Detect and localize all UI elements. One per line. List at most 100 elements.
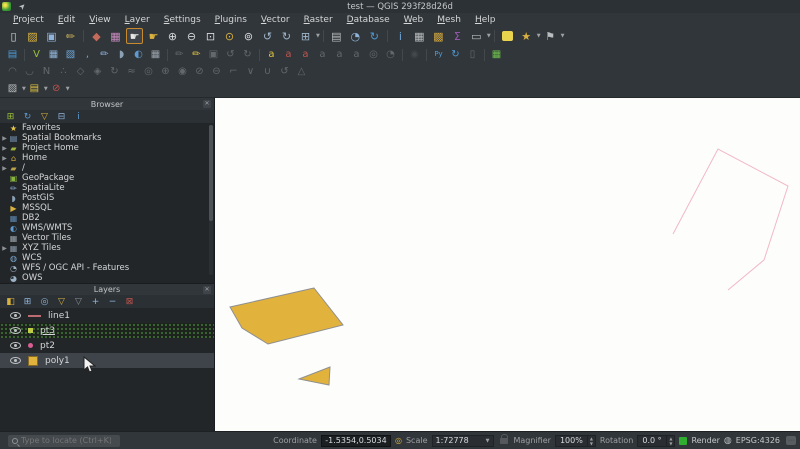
deselect-features-dropdown-icon[interactable]: ▼ <box>66 86 70 92</box>
add-wms-layer-button[interactable]: ◐ <box>131 48 146 62</box>
layer-row-pt2[interactable]: pt2 <box>0 338 214 353</box>
layer-labeling-button[interactable]: a <box>264 48 279 62</box>
search-plugin-button[interactable]: ◉ <box>407 48 422 62</box>
collapse-all-layers-button[interactable]: − <box>106 296 119 307</box>
filter-browser-button[interactable]: ▽ <box>38 111 51 122</box>
menu-layer[interactable]: Layer <box>118 15 157 25</box>
browser-item-spatial-bookmarks[interactable]: ▶ ▤ Spatial Bookmarks <box>0 133 214 143</box>
add-raster-layer-button[interactable]: ▦ <box>46 48 61 62</box>
browser-item-postgis[interactable]: ◗ PostGIS <box>0 193 214 203</box>
field-calculator-button[interactable]: ▩ <box>430 28 447 44</box>
open-layer-styling-button[interactable]: ◧ <box>4 296 17 307</box>
identify-features-button[interactable]: i <box>392 28 409 44</box>
add-spatialite-layer-button[interactable]: ✏ <box>97 48 112 62</box>
zoom-next-button[interactable]: ↻ <box>278 28 295 44</box>
menu-mesh[interactable]: Mesh <box>430 15 468 25</box>
menu-edit[interactable]: Edit <box>51 15 82 25</box>
layers-close-button[interactable]: ✕ <box>203 286 211 294</box>
menu-help[interactable]: Help <box>468 15 503 25</box>
browser-item-xyz-tiles[interactable]: ▶ ▦ XYZ Tiles <box>0 243 214 253</box>
add-postgis-layer-button[interactable]: ◗ <box>114 48 129 62</box>
zoom-out-button[interactable]: ⊖ <box>183 28 200 44</box>
magnifier-spinbox[interactable]: 100% ▲ ▼ <box>554 434 596 447</box>
save-project-button[interactable]: ▣ <box>43 28 60 44</box>
menu-web[interactable]: Web <box>397 15 431 25</box>
map-plugin-button[interactable]: ▦ <box>489 48 504 62</box>
zoom-last-button[interactable]: ↺ <box>259 28 276 44</box>
style-manager-button[interactable]: ▦ <box>107 28 124 44</box>
map-canvas[interactable] <box>215 98 800 431</box>
browser-scroll-thumb[interactable] <box>209 125 213 221</box>
expand-all-button[interactable]: + <box>89 296 102 307</box>
browser-item-project-home[interactable]: ▶ ▰ Project Home <box>0 143 214 153</box>
rotation-spinbox[interactable]: 0.0 ° ▲ ▼ <box>637 434 676 447</box>
add-selected-layers-button[interactable]: ⊞ <box>4 111 17 122</box>
menu-database[interactable]: Database <box>340 15 397 25</box>
locate-input[interactable] <box>21 436 111 445</box>
expand-arrow-icon[interactable]: ▶ <box>0 135 9 142</box>
add-delimited-text-layer-button[interactable]: , <box>80 48 95 62</box>
refresh-browser-button[interactable]: ↻ <box>21 111 34 122</box>
measure-line-dropdown-icon[interactable]: ▼ <box>487 33 491 39</box>
show-bookmark-manager-dropdown-icon[interactable]: ▼ <box>561 33 565 39</box>
select-features-button[interactable]: ▨ <box>5 82 20 96</box>
open-project-button[interactable]: ▨ <box>24 28 41 44</box>
pan-to-selection-button[interactable]: ☛ <box>145 28 162 44</box>
manage-map-themes-button[interactable]: ◎ <box>38 296 51 307</box>
layer-visibility-eye-icon[interactable] <box>10 327 21 334</box>
add-mesh-layer-button[interactable]: ▧ <box>63 48 78 62</box>
new-bookmark-button[interactable]: ★ <box>518 28 535 44</box>
browser-item-favorites[interactable]: ★ Favorites <box>0 123 214 133</box>
add-vector-layer-button[interactable]: V <box>29 48 44 62</box>
menu-view[interactable]: View <box>82 15 117 25</box>
remove-layer-button[interactable]: ⊠ <box>123 296 136 307</box>
scale-combo[interactable]: 1:72778 ▼ <box>431 434 494 447</box>
menu-plugins[interactable]: Plugins <box>208 15 254 25</box>
browser-item-geopackage[interactable]: ▣ GeoPackage <box>0 173 214 183</box>
browser-item-wcs[interactable]: ◍ WCS <box>0 253 214 263</box>
temporal-controller-button[interactable]: ◔ <box>347 28 364 44</box>
menu-raster[interactable]: Raster <box>297 15 340 25</box>
browser-item-home[interactable]: ▶ ⌂ Home <box>0 153 214 163</box>
zoom-to-layer-button[interactable]: ⊚ <box>240 28 257 44</box>
new-bookmark-dropdown-icon[interactable]: ▼ <box>537 33 541 39</box>
save-project-as-button[interactable]: ✏ <box>62 28 79 44</box>
browser-item-wms-wmts[interactable]: ◐ WMS/WMTS <box>0 223 214 233</box>
open-attribute-table-button[interactable]: ▦ <box>411 28 428 44</box>
expand-arrow-icon[interactable]: ▶ <box>0 245 9 252</box>
toolbox-button[interactable]: ◆ <box>88 28 105 44</box>
toggle-editing-button[interactable]: ✏ <box>189 48 204 62</box>
select-by-value-button[interactable]: ▤ <box>27 82 42 96</box>
messages-icon[interactable]: ⋯ <box>786 436 796 445</box>
processing-toolbox-button[interactable]: ↻ <box>448 48 463 62</box>
browser-item-wfs-ogc-api-features[interactable]: ◔ WFS / OGC API - Features <box>0 263 214 273</box>
layer-visibility-eye-icon[interactable] <box>10 342 21 349</box>
browser-close-button[interactable]: ✕ <box>203 100 211 108</box>
properties-widget-button[interactable]: i <box>72 111 85 122</box>
show-bookmark-manager-button[interactable]: ⚑ <box>542 28 559 44</box>
pin-labels-button[interactable]: a <box>281 48 296 62</box>
measure-line-button[interactable]: ▭ <box>468 28 485 44</box>
spin-arrows-icon[interactable]: ▲ ▼ <box>586 435 595 446</box>
render-checkbox[interactable] <box>679 436 688 445</box>
spin-arrows-icon[interactable]: ▲ ▼ <box>666 435 674 446</box>
browser-scrollbar[interactable] <box>209 125 213 275</box>
add-xyz-layer-button[interactable]: ▦ <box>148 48 163 62</box>
zoom-to-selection-button[interactable]: ⊙ <box>221 28 238 44</box>
zoom-full-button[interactable]: ⊡ <box>202 28 219 44</box>
layer-visibility-eye-icon[interactable] <box>10 312 21 319</box>
pan-map-button[interactable]: ☛ <box>126 28 143 44</box>
collapse-all-button[interactable]: ⊟ <box>55 111 68 122</box>
menu-vector[interactable]: Vector <box>254 15 297 25</box>
filter-legend-button[interactable]: ▽ <box>55 296 68 307</box>
map-tips-button[interactable] <box>499 28 516 44</box>
python-console-button[interactable]: Py <box>431 48 446 62</box>
new-map-view-button[interactable]: ⊞ <box>297 28 314 44</box>
browser-item-ows[interactable]: ◕ OWS <box>0 273 214 283</box>
data-source-manager-button[interactable]: ▤ <box>5 48 20 62</box>
zoom-in-button[interactable]: ⊕ <box>164 28 181 44</box>
browser-item-spatialite[interactable]: ✏ SpatiaLite <box>0 183 214 193</box>
select-by-value-dropdown-icon[interactable]: ▼ <box>44 86 48 92</box>
layout-manager-button[interactable]: ▤ <box>328 28 345 44</box>
add-group-button[interactable]: ⊞ <box>21 296 34 307</box>
